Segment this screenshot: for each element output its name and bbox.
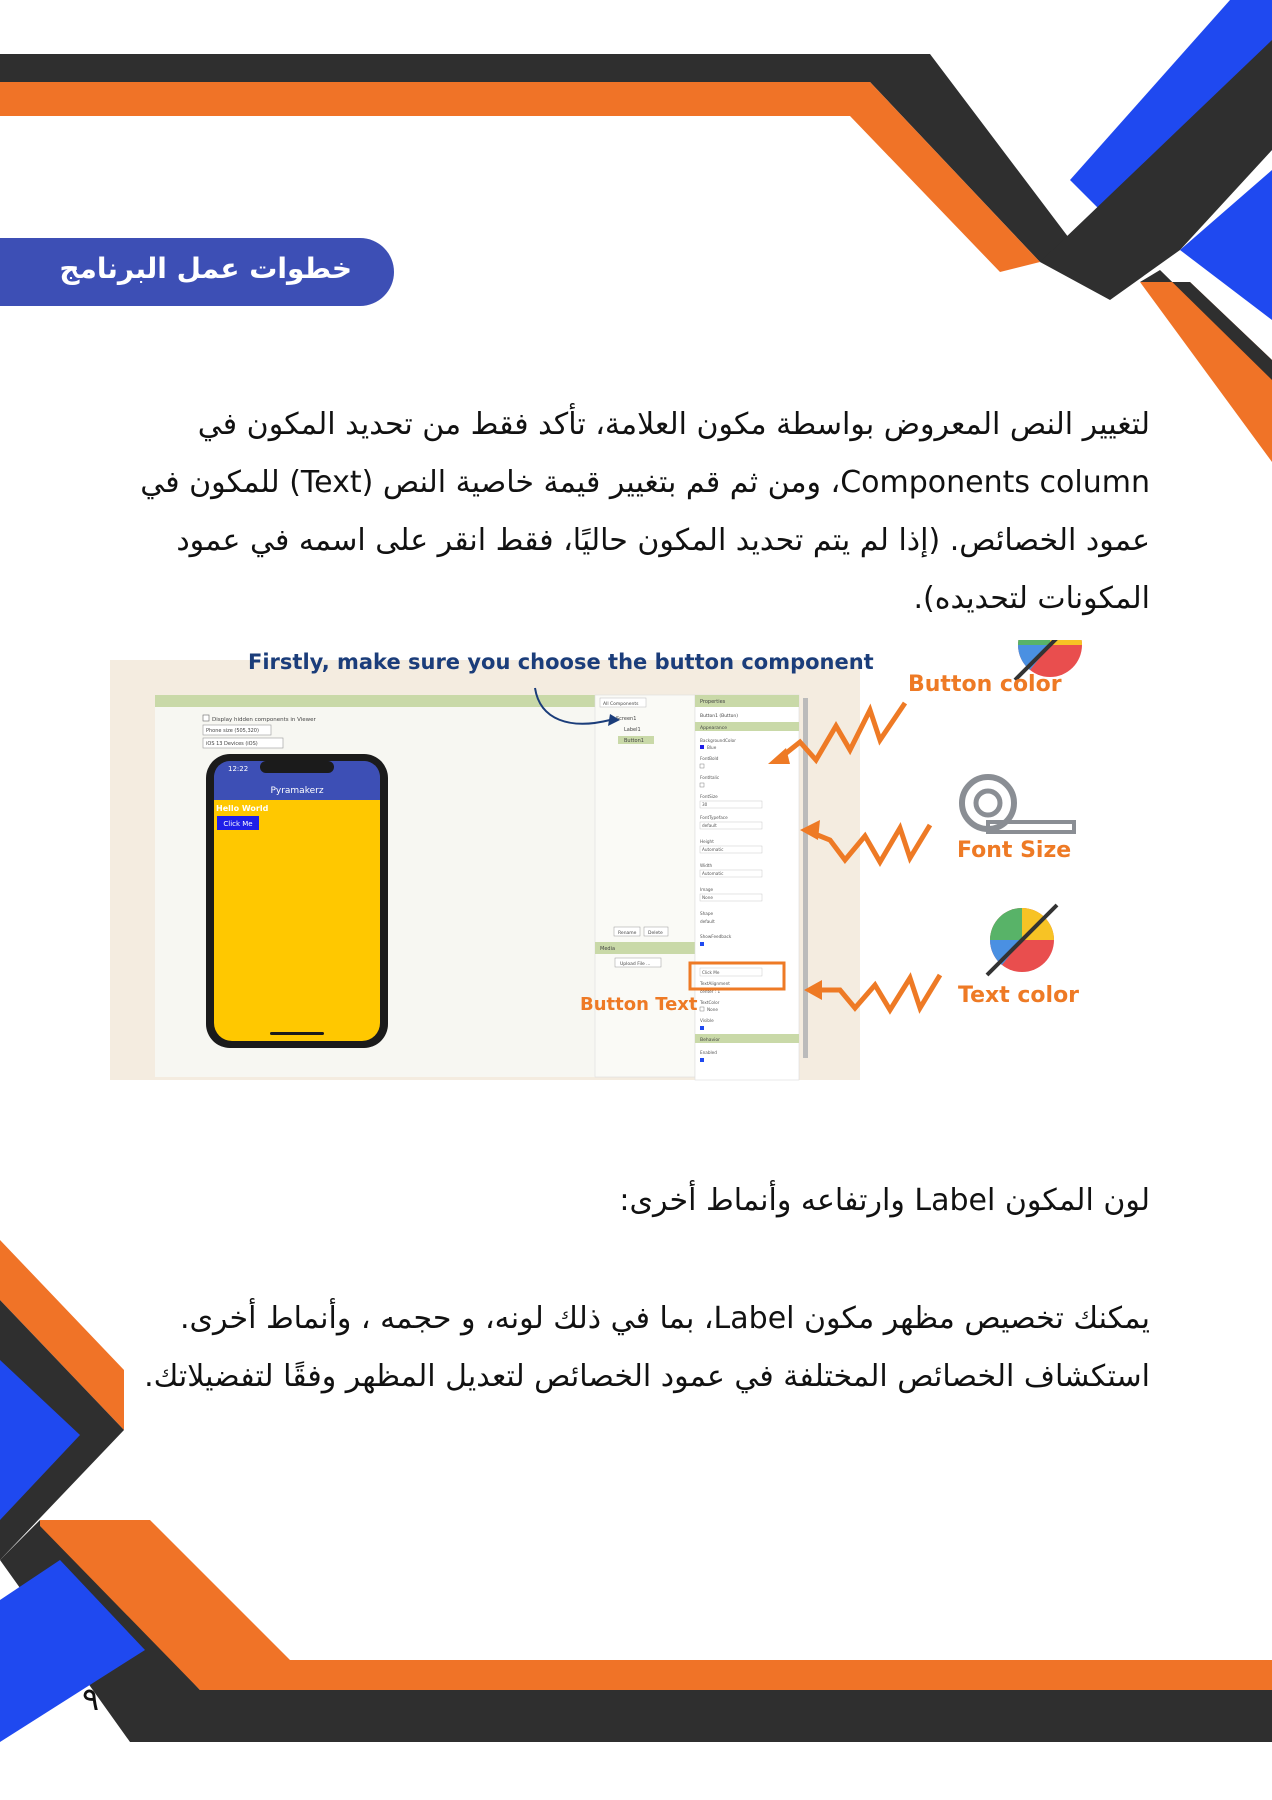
customization-paragraph: يمكنك تخصيص مظهر مكون Label، بما في ذلك … xyxy=(144,1301,1150,1394)
phone-app-title: Pyramakerz xyxy=(270,786,323,796)
label-font-size: Font Size xyxy=(957,838,1072,863)
label-styling-heading: لون المكون Label وارتفاعه وأنماط أخرى: xyxy=(619,1183,1150,1218)
properties-selected: Button1 (Button) xyxy=(700,713,738,719)
section-title: خطوات عمل البرنامج xyxy=(59,252,352,285)
prop-fontbold-check[interactable] xyxy=(699,763,705,769)
prop-height: Height xyxy=(700,839,714,844)
phone-screen xyxy=(214,761,380,1041)
media-text: Media xyxy=(600,946,615,952)
phone-home-indicator xyxy=(270,1032,324,1035)
prop-textalignment: TextAlignment xyxy=(699,981,730,986)
bottom-orange-band xyxy=(40,1520,1272,1690)
prop-textcolor-swatch xyxy=(699,1006,705,1012)
rename-text: Rename xyxy=(618,930,637,936)
phone-size-text: Phone size (505,320) xyxy=(206,728,259,734)
hello-world-label: Hello World xyxy=(216,804,269,813)
prop-fonttypeface: FontTypeface xyxy=(700,815,728,820)
bottom-orange-lower xyxy=(0,1742,170,1800)
label-button-color: Button color xyxy=(908,672,1062,697)
prop-shape-value[interactable]: default xyxy=(700,919,715,924)
prop-width: Width xyxy=(700,863,713,868)
label-text-color: Text color xyxy=(958,983,1080,1008)
prop-fontsize-input[interactable] xyxy=(699,800,763,809)
prop-width-value: Automatic xyxy=(702,871,724,876)
viewer-header-bar xyxy=(155,695,595,707)
label-button-text: Button Text xyxy=(580,994,698,1015)
prop-enabled-check[interactable] xyxy=(700,1058,704,1062)
components-header-text: All Components xyxy=(603,701,639,707)
component-screen1[interactable]: Screen1 xyxy=(616,716,636,722)
prop-bg-swatch xyxy=(700,745,704,749)
checkbox-hidden-components[interactable] xyxy=(202,714,210,722)
appearance-text: Appearance xyxy=(700,725,727,731)
section-title-pill: خطوات عمل البرنامج xyxy=(0,238,394,306)
figure-caption: Firstly, make sure you choose the button… xyxy=(248,650,874,674)
prop-fonttypeface-value: default xyxy=(702,823,717,828)
intro-paragraph: لتغيير النص المعروض بواسطة مكون العلامة،… xyxy=(140,407,1150,616)
prop-fontsize: FontSize xyxy=(700,794,718,799)
prop-bg-value[interactable]: Blue xyxy=(707,745,717,750)
upload-file-text: Upload File ... xyxy=(620,961,650,967)
components-column xyxy=(594,694,696,1078)
device-text: iOS 13 Devices (iOS) xyxy=(206,741,258,747)
prop-visible-check[interactable] xyxy=(700,1026,704,1030)
prop-height-value: Automatic xyxy=(702,847,724,852)
prop-image: Image xyxy=(700,887,714,892)
prop-visible: Visible xyxy=(700,1018,714,1023)
prop-text-value: Click Me xyxy=(702,970,720,975)
behavior-text: Behavior xyxy=(700,1037,720,1043)
palette-icon-bottom xyxy=(985,903,1059,977)
phone-notch xyxy=(260,761,334,773)
click-me-text: Click Me xyxy=(223,820,252,828)
properties-header-text: Properties xyxy=(700,699,726,705)
app-inventor-figure: Display hidden components in Viewer Phon… xyxy=(110,640,1082,1081)
prop-fontbold: FontBold xyxy=(700,756,719,761)
prop-image-value: None xyxy=(702,895,713,900)
prop-showfeedback: ShowFeedback xyxy=(700,934,732,939)
prop-shape: Shape xyxy=(700,911,714,916)
prop-showfeedback-check[interactable] xyxy=(700,942,704,946)
prop-backgroundcolor: BackgroundColor xyxy=(700,738,736,743)
delete-text: Delete xyxy=(648,930,663,936)
prop-enabled: Enabled xyxy=(700,1050,717,1055)
prop-fontsize-value: 30 xyxy=(702,802,708,807)
prop-textcolor: TextColor xyxy=(699,1000,720,1005)
component-label1[interactable]: Label1 xyxy=(624,727,641,733)
tape-measure-icon xyxy=(959,774,1076,834)
component-button1[interactable]: Button1 xyxy=(624,738,644,744)
prop-textcolor-value[interactable]: None xyxy=(707,1007,718,1012)
checkbox-hidden-label: Display hidden components in Viewer xyxy=(212,717,317,723)
page-number: ٩ xyxy=(82,1680,100,1718)
prop-fontitalic-check[interactable] xyxy=(699,782,705,788)
phone-time: 12:22 xyxy=(228,765,248,773)
prop-fontitalic: FontItalic xyxy=(700,775,720,780)
